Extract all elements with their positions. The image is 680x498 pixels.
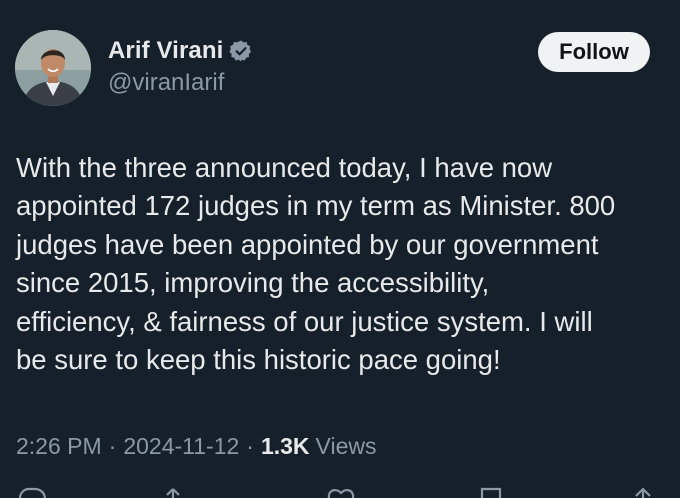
bookmark-icon[interactable] [476, 486, 506, 498]
author-display-name[interactable]: Arif Virani [108, 37, 223, 65]
tweet-card: Arif Virani @viranIarif Follow With the … [0, 0, 680, 498]
tweet-text: With the three announced today, I have n… [16, 152, 616, 376]
tweet-date[interactable]: 2024-11-12 [123, 433, 239, 460]
meta-separator: · [246, 433, 254, 459]
share-icon[interactable] [628, 486, 658, 498]
verified-badge-icon[interactable] [229, 39, 253, 63]
tweet-time[interactable]: 2:26 PM [16, 433, 102, 460]
author-name-row: Arif Virani [108, 34, 253, 68]
follow-button[interactable]: Follow [538, 32, 650, 72]
author-handle[interactable]: @viranIarif [108, 69, 224, 97]
tweet-actions-bar [0, 486, 680, 498]
retweet-icon[interactable] [165, 486, 195, 498]
views-label[interactable]: Views [316, 433, 377, 460]
avatar-image [15, 30, 91, 106]
meta-separator: · [108, 433, 117, 459]
reply-icon[interactable] [17, 486, 47, 498]
author-avatar[interactable] [15, 30, 91, 106]
tweet-meta: 2:26 PM · 2024-11-12 · 1.3K Views [16, 433, 376, 460]
like-icon[interactable] [326, 486, 356, 498]
views-count[interactable]: 1.3K [261, 433, 310, 460]
